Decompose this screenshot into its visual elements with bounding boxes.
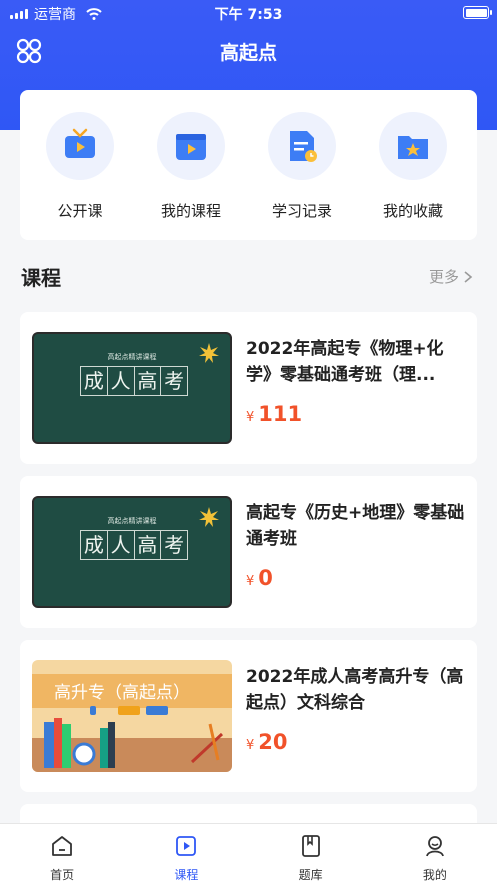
course-card[interactable]: 高起点精讲课程 成 人 高 考 高起专《历史+地理》零基础通考班 ¥ 0 — [20, 476, 477, 628]
star-burst-icon — [199, 343, 219, 363]
star-burst-icon — [199, 507, 219, 527]
tab-bar: 首页 课程 题库 我的 — [0, 823, 497, 883]
tab-profile[interactable]: 我的 — [373, 824, 497, 883]
thumb-char: 考 — [164, 533, 185, 557]
video-folder-icon — [176, 134, 206, 160]
chevron-right-icon — [464, 270, 473, 283]
course-title: 2022年高起专《物理+化学》零基础通考班（理... — [246, 339, 444, 385]
quick-link-open-course[interactable]: 公开课 — [25, 112, 135, 221]
tv-icon — [65, 128, 95, 158]
quick-link-icon-bg — [157, 112, 225, 180]
thumb-char: 高 — [135, 531, 162, 559]
course-price: ¥ 20 — [246, 730, 288, 754]
more-label: 更多 — [428, 268, 459, 286]
course-thumbnail: 高升专（高起点） — [32, 660, 232, 772]
thumb-char: 成 — [81, 531, 108, 559]
course-price: ¥ 111 — [246, 402, 302, 426]
course-thumbnail: 高起点精讲课程 成 人 高 考 — [32, 332, 232, 444]
quick-link-icon-bg — [268, 112, 336, 180]
tab-home[interactable]: 首页 — [0, 824, 124, 883]
thumb-banner-text: 高升专（高起点） — [54, 683, 190, 703]
books-illustration — [44, 718, 224, 768]
quick-link-favorites[interactable]: 我的收藏 — [358, 112, 468, 221]
quick-link-icon-bg — [46, 112, 114, 180]
currency-symbol: ¥ — [246, 738, 255, 753]
course-card[interactable]: 高起点精讲课程 成 人 高 考 2022年高起专《物理+化学》零基础通考班（理.… — [20, 312, 477, 464]
status-time: 下午 7:53 — [214, 7, 283, 23]
currency-symbol: ¥ — [246, 574, 255, 589]
profile-icon — [425, 836, 444, 857]
thumb-title: 成 人 高 考 — [80, 530, 188, 560]
home-icon — [52, 836, 73, 856]
battery-icon — [463, 6, 492, 19]
section-title: 课程 — [21, 266, 61, 290]
tab-courses[interactable]: 课程 — [124, 824, 248, 883]
course-title: 2022年成人高考高升专（高起点）文科综合 — [246, 667, 464, 713]
tab-label: 我的 — [422, 868, 447, 882]
status-bar: 运营商 下午 7:53 — [0, 0, 497, 26]
quick-link-label: 我的课程 — [160, 202, 221, 220]
page-title: 高起点 — [219, 42, 277, 64]
price-value: 0 — [258, 566, 273, 590]
tab-label: 首页 — [50, 868, 75, 882]
question-bank-icon — [301, 835, 320, 857]
quick-links-card: 公开课 我的课程 学习记录 我的收藏 — [20, 90, 477, 240]
thumb-char: 人 — [108, 367, 135, 395]
more-link[interactable]: 更多 — [429, 266, 473, 287]
tab-question-bank[interactable]: 题库 — [249, 824, 373, 883]
quick-link-my-courses[interactable]: 我的课程 — [136, 112, 246, 221]
course-thumbnail: 高起点精讲课程 成 人 高 考 — [32, 496, 232, 608]
course-icon — [176, 836, 197, 856]
tab-label: 题库 — [298, 868, 323, 882]
favorites-folder-icon — [398, 136, 428, 159]
currency-symbol: ¥ — [246, 410, 255, 425]
price-value: 20 — [258, 730, 288, 754]
course-card[interactable]: 高升专（高起点） 2022年成人高考高升专（高起点）文科综合 ¥ 20 — [20, 640, 477, 792]
thumb-title: 成 人 高 考 — [80, 366, 188, 396]
course-title: 高起专《历史+地理》零基础通考班 — [246, 503, 465, 549]
quick-link-label: 我的收藏 — [382, 202, 443, 220]
quick-link-study-record[interactable]: 学习记录 — [247, 112, 357, 221]
quick-link-label: 公开课 — [57, 202, 103, 220]
course-price: ¥ 0 — [246, 566, 273, 590]
quick-link-icon-bg — [379, 112, 447, 180]
thumb-char: 考 — [164, 369, 185, 393]
study-record-icon — [290, 131, 317, 162]
price-value: 111 — [258, 402, 303, 426]
thumb-char: 人 — [108, 531, 135, 559]
thumb-char: 成 — [81, 367, 108, 395]
tab-label: 课程 — [174, 868, 199, 882]
quick-link-label: 学习记录 — [271, 202, 332, 220]
thumb-char: 高 — [135, 367, 162, 395]
